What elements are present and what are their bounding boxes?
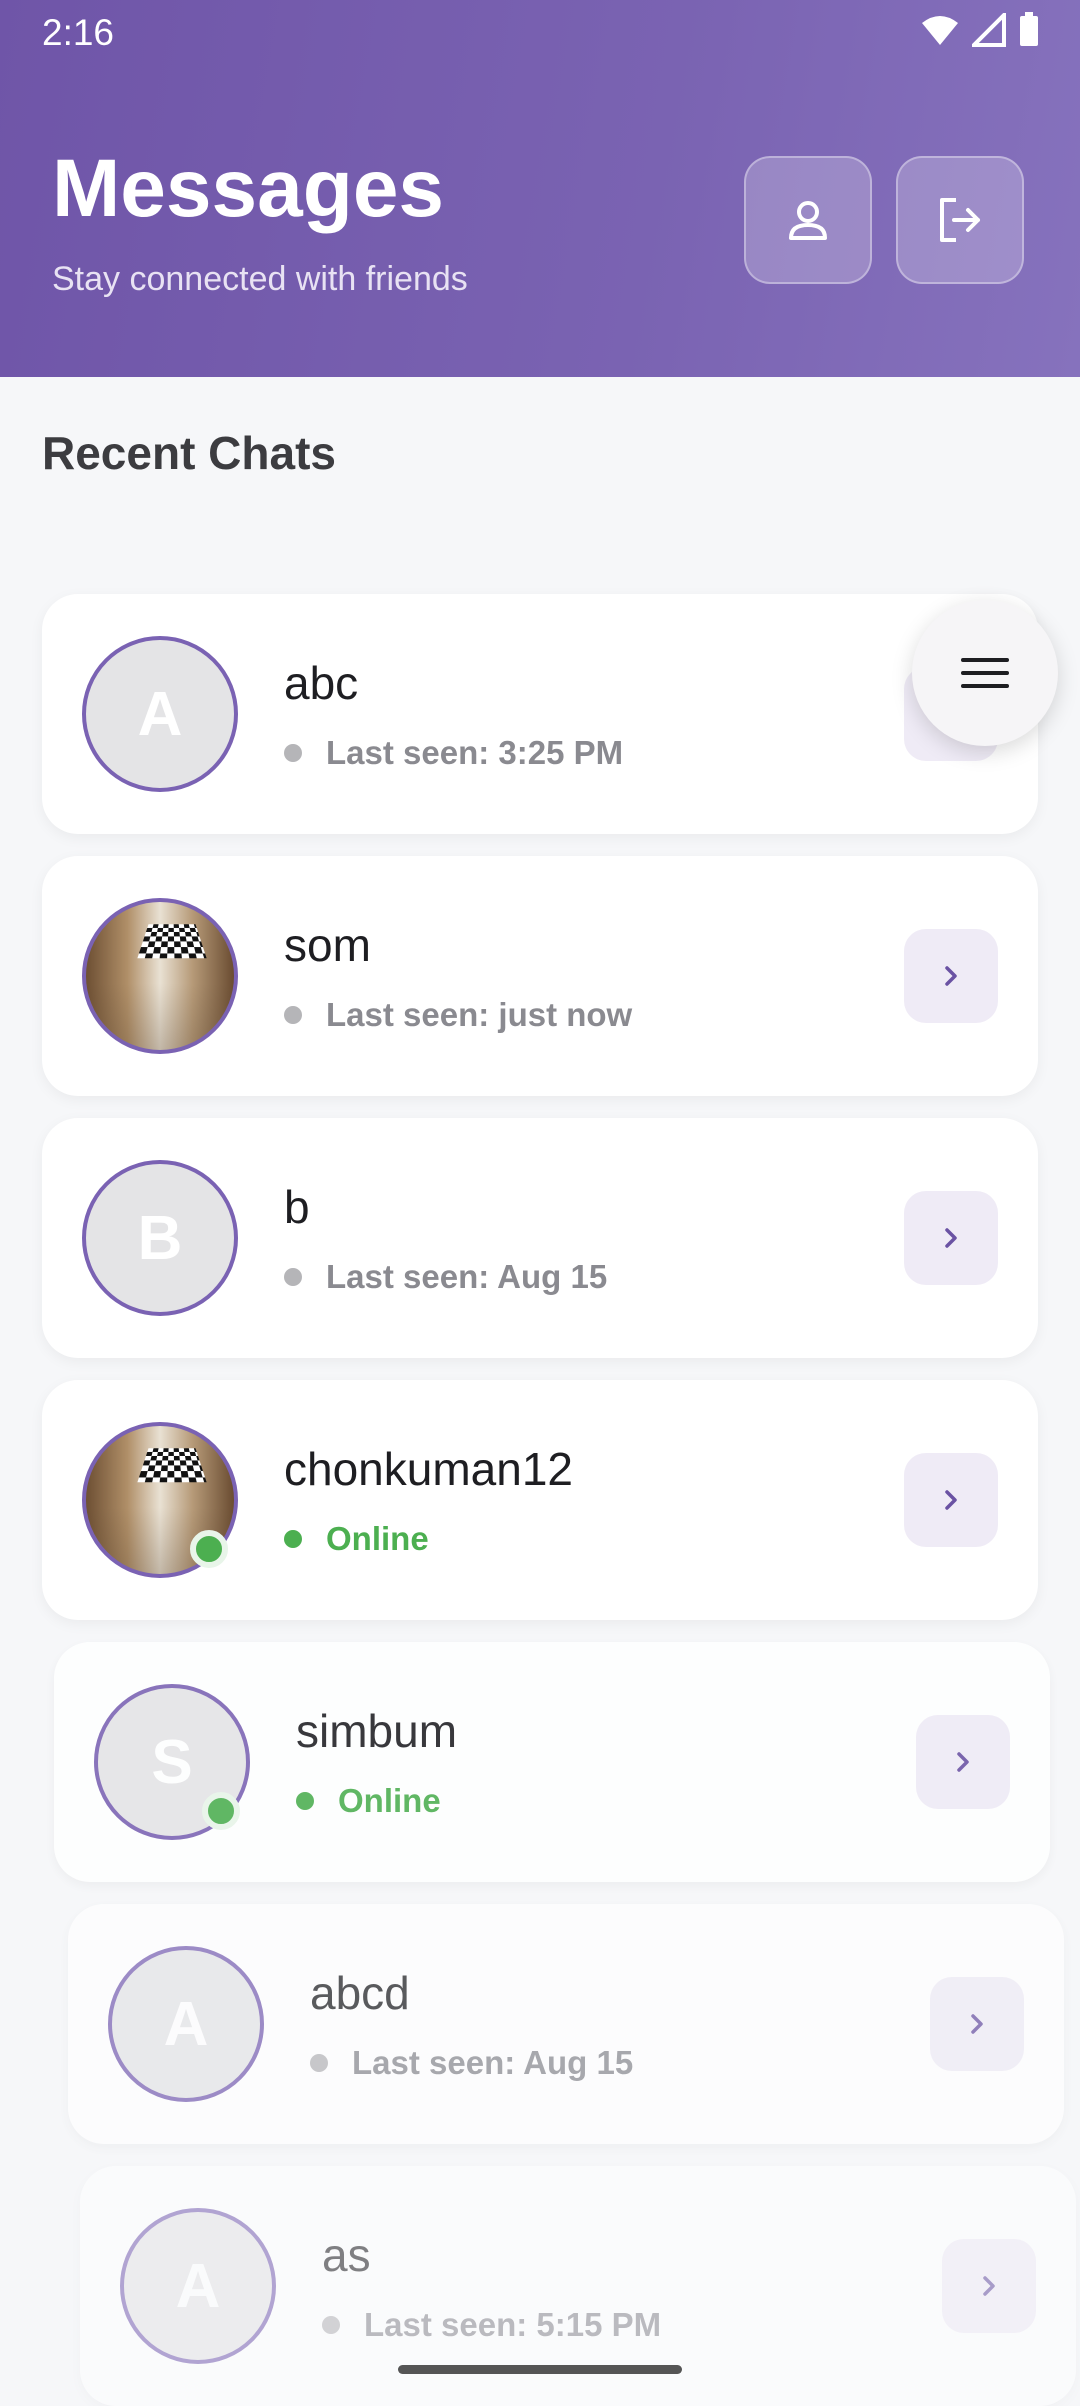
status-time: 2:16 — [42, 12, 115, 53]
avatar-photo — [137, 924, 207, 959]
status-text: Last seen: 3:25 PM — [326, 734, 624, 771]
status-row: Online — [296, 1782, 441, 1820]
status-row: Last seen: 3:25 PM — [284, 734, 623, 772]
status-row: Last seen: just now — [284, 996, 632, 1034]
chevron-right-icon — [945, 966, 957, 986]
chevron-right-icon — [945, 1490, 957, 1510]
status-dot — [284, 1006, 302, 1024]
open-chat-button[interactable] — [904, 929, 998, 1023]
online-indicator — [190, 1530, 228, 1568]
status-text: Last seen: 5:15 PM — [364, 2306, 662, 2343]
avatar: A — [120, 2208, 276, 2364]
open-chat-button[interactable] — [942, 2239, 1036, 2333]
avatar: A — [108, 1946, 264, 2102]
logout-button[interactable] — [896, 156, 1024, 284]
chevron-right-icon — [957, 1752, 969, 1772]
status-text: Last seen: just now — [326, 996, 633, 1033]
avatar — [82, 898, 238, 1054]
status-dot — [284, 1530, 302, 1548]
status-row: Last seen: Aug 15 — [284, 1258, 607, 1296]
online-indicator — [202, 1792, 240, 1830]
battery-icon — [1020, 12, 1038, 46]
status-dot — [296, 1792, 314, 1810]
menu-icon — [961, 658, 1009, 688]
chat-name: simbum — [296, 1705, 458, 1757]
avatar-initial: A — [137, 679, 183, 749]
person-icon — [789, 201, 827, 240]
chat-item-som[interactable]: som Last seen: just now — [42, 856, 1038, 1096]
chat-name: abcd — [310, 1967, 410, 2019]
avatar-initial: A — [175, 2251, 221, 2321]
status-dot — [284, 744, 302, 762]
wifi-icon — [922, 16, 958, 45]
chat-item-abcd[interactable]: A abcd Last seen: Aug 15 — [68, 1904, 1064, 2144]
chevron-right-icon — [971, 2014, 983, 2034]
avatar-initial: A — [163, 1989, 209, 2059]
status-dot — [322, 2316, 340, 2334]
profile-button[interactable] — [744, 156, 872, 284]
chat-name: abc — [284, 657, 359, 709]
open-chat-button[interactable] — [904, 1191, 998, 1285]
chat-name: chonkuman12 — [284, 1443, 573, 1495]
avatar-photo — [137, 1448, 207, 1483]
status-text: Online — [338, 1782, 441, 1819]
menu-fab[interactable] — [912, 600, 1058, 746]
open-chat-button[interactable] — [930, 1977, 1024, 2071]
status-text: Online — [326, 1520, 429, 1557]
logout-icon — [940, 198, 980, 242]
signal-icon — [972, 13, 1006, 47]
chat-name: b — [284, 1181, 310, 1233]
status-text: Last seen: Aug 15 — [326, 1258, 608, 1295]
status-dot — [284, 1268, 302, 1286]
chevron-right-icon — [945, 1228, 957, 1248]
status-dot — [310, 2054, 328, 2072]
avatar: B — [82, 1160, 238, 1316]
status-row: Last seen: Aug 15 — [310, 2044, 633, 2082]
chat-name: as — [322, 2229, 371, 2281]
open-chat-button[interactable] — [916, 1715, 1010, 1809]
avatar-initial: S — [151, 1727, 193, 1797]
avatar: A — [82, 636, 238, 792]
open-chat-button[interactable] — [904, 1453, 998, 1547]
status-text: Last seen: Aug 15 — [352, 2044, 634, 2081]
chevron-right-icon — [983, 2276, 995, 2296]
section-title: Recent Chats — [42, 427, 336, 479]
chat-item-chonkuman12[interactable]: chonkuman12 Online — [42, 1380, 1038, 1620]
status-row: Online — [284, 1520, 429, 1558]
status-icons — [920, 12, 1040, 48]
page-subtitle: Stay connected with friends — [52, 260, 468, 298]
chat-item-simbum[interactable]: S simbum Online — [54, 1642, 1050, 1882]
page-title: Messages — [52, 143, 445, 234]
avatar-initial: B — [137, 1203, 183, 1273]
chat-name: som — [284, 919, 371, 971]
header: 2:16 Messages Stay connected with friend… — [0, 0, 1080, 377]
chat-item-abc[interactable]: A abc Last seen: 3:25 PM — [42, 594, 1038, 834]
home-indicator — [398, 2365, 682, 2374]
status-row: Last seen: 5:15 PM — [322, 2306, 661, 2344]
chat-item-b[interactable]: B b Last seen: Aug 15 — [42, 1118, 1038, 1358]
